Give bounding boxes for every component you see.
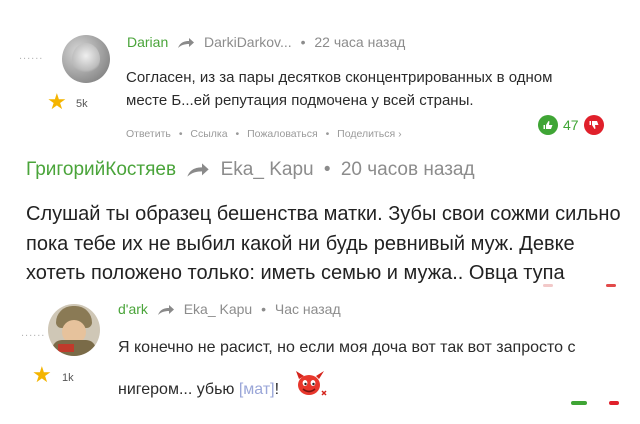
reply-to-link[interactable]: DarkiDarkov... xyxy=(204,34,292,50)
comment-actions: Ответить • Ссылка • Пожаловаться • Подел… xyxy=(126,128,402,140)
separator-dot: • xyxy=(261,301,266,317)
comment-header: Darian DarkiDarkov... • 22 часа назад xyxy=(127,34,405,50)
share-link[interactable]: Поделиться › xyxy=(337,128,401,140)
comment-text-part: нигером... убью xyxy=(118,381,239,398)
reply-arrow-icon xyxy=(187,163,210,177)
separator-dot: • xyxy=(300,34,306,50)
link-link[interactable]: Ссылка xyxy=(190,128,227,140)
user-rating: 5k xyxy=(76,98,88,110)
devil-emoji-icon xyxy=(296,371,327,396)
comment-text: Слушай ты образец бешенства матки. Зубы … xyxy=(26,203,621,284)
reply-to-link[interactable]: Eka_ Kapu xyxy=(184,301,253,317)
cropped-vote-mark xyxy=(609,401,619,405)
censored-word: [мат] xyxy=(238,381,275,398)
comment-time[interactable]: Час назад xyxy=(275,301,341,317)
vote-score: 47 xyxy=(563,117,579,133)
comment-text-line: Я конечно не расист, но если моя доча во… xyxy=(118,339,576,356)
reply-link[interactable]: Ответить xyxy=(126,128,171,140)
avatar-badge xyxy=(58,344,74,352)
thread-dots: ...... xyxy=(19,50,44,62)
separator-dot: • xyxy=(178,128,183,140)
comment-time[interactable]: 22 часа назад xyxy=(314,34,405,50)
downvote-icon[interactable] xyxy=(583,115,604,135)
upvote-icon[interactable] xyxy=(538,115,558,135)
comment-header: d'ark Eka_ Kapu • Час назад xyxy=(118,301,341,317)
reply-arrow-icon xyxy=(178,38,195,49)
user-rating: 1k xyxy=(62,372,74,384)
comment-text-part: ! xyxy=(274,381,280,398)
separator-dot: • xyxy=(235,128,240,140)
vote-widget: 47 xyxy=(538,115,604,135)
avatar[interactable] xyxy=(62,35,110,83)
author-link[interactable]: ГригорийКостяев xyxy=(26,159,176,180)
star-icon: ★ xyxy=(32,362,52,387)
comment-darian: ...... ★ 5k Darian DarkiDarkov... • 22 ч… xyxy=(0,0,640,152)
reply-arrow-icon xyxy=(157,305,174,316)
comment-text-line: нигером... убью [мат]! xyxy=(118,381,279,399)
comment-text: Согласен, из за пары десятков сконцентри… xyxy=(126,69,553,109)
thread-dots: ...... xyxy=(21,327,46,339)
reply-to-link[interactable]: Eka_ Kapu xyxy=(221,159,314,180)
author-link[interactable]: Darian xyxy=(127,34,168,50)
comment-header: ГригорийКостяев Eka_ Kapu • 20 часов наз… xyxy=(26,159,475,181)
separator-dot: • xyxy=(323,159,331,180)
comment-time[interactable]: 20 часов назад xyxy=(341,159,475,180)
star-icon: ★ xyxy=(47,89,67,114)
cropped-vote-mark xyxy=(571,401,587,405)
comment-dark: ...... ★ 1k d'ark Eka_ Kapu • Час назад … xyxy=(0,287,640,424)
author-link[interactable]: d'ark xyxy=(118,301,148,317)
report-link[interactable]: Пожаловаться xyxy=(247,128,318,140)
comment-grigoriy: ГригорийКостяев Eka_ Kapu • 20 часов наз… xyxy=(0,152,640,287)
avatar[interactable] xyxy=(48,304,100,356)
separator-dot: • xyxy=(325,128,330,140)
